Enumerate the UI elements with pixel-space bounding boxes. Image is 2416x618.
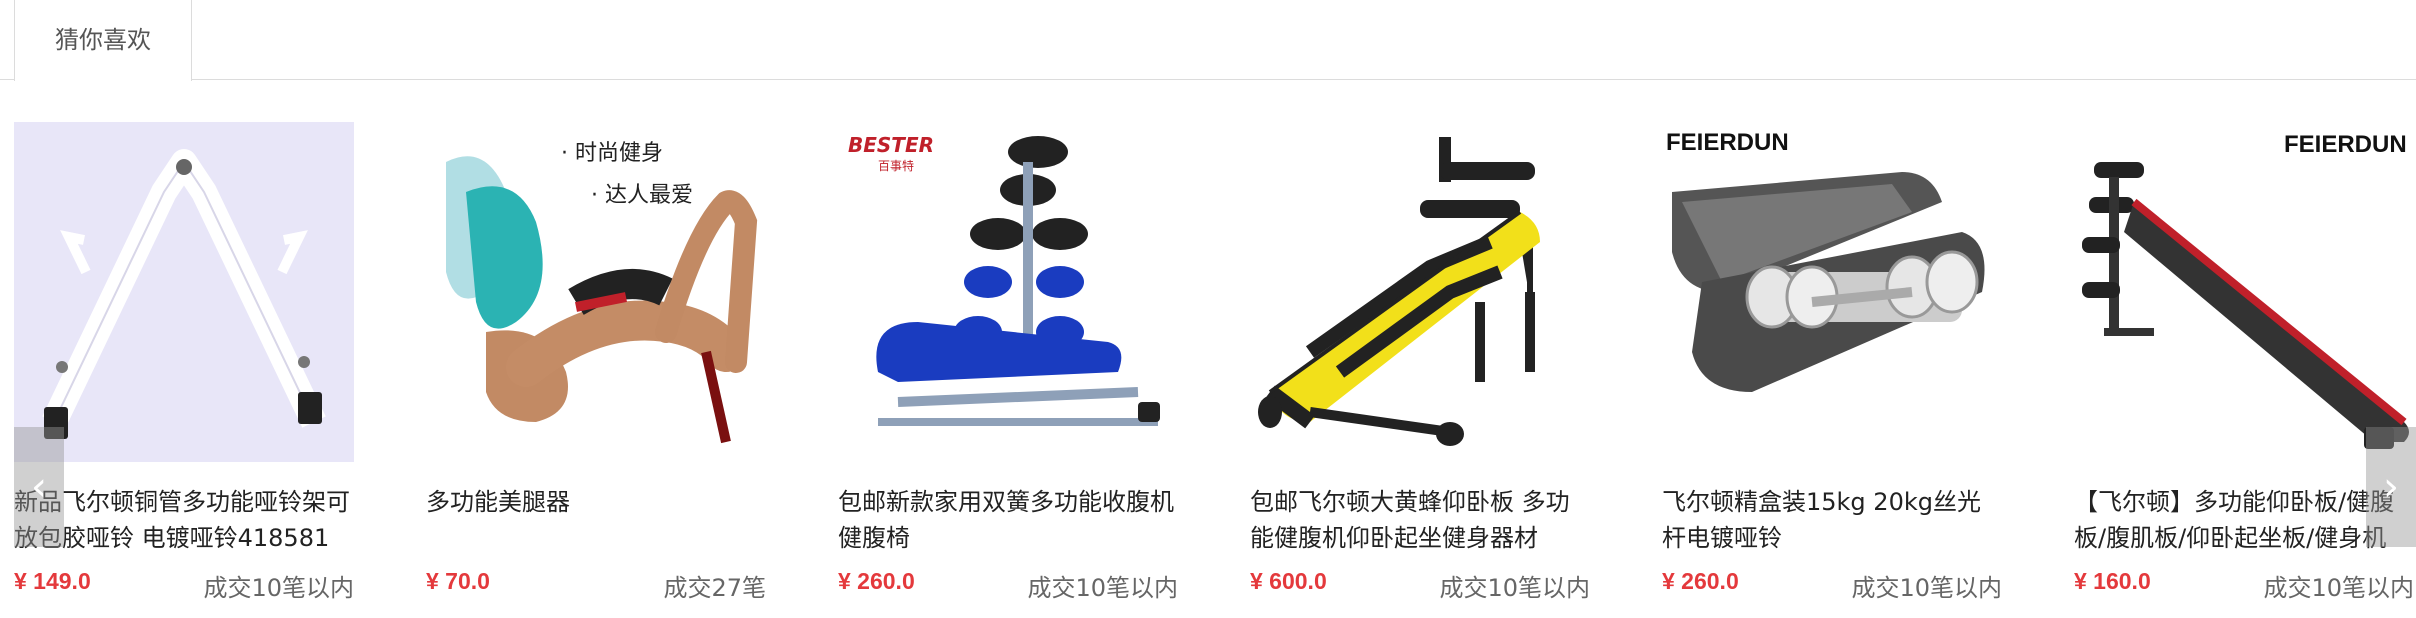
product-image[interactable]: FEIERDUN [2074,122,2414,462]
ad-text-line1: · 时尚健身 [561,141,663,166]
product-price: ¥ 600.0 [1250,568,1327,594]
product-price: ¥ 160.0 [2074,568,2151,594]
brand-bester: BESTER [848,133,934,157]
product-image[interactable]: · 时尚健身 · 达人最爱 [426,122,766,462]
tab-bar: 猜你喜欢 [0,0,2416,81]
product-price: ¥ 260.0 [838,568,915,594]
product-card[interactable]: 包邮飞尔顿大黄蜂仰卧板 多功能健腹机仰卧起坐健身器材 ¥ 600.0 成交10笔… [1250,122,1590,618]
ad-text-line2: · 达人最爱 [591,183,693,208]
product-title[interactable]: 包邮新款家用双簧多功能收腹机健腹椅 [838,484,1178,556]
brand-bester-cn: 百事特 [878,158,914,173]
product-sales: 成交27笔 [663,574,766,602]
dumbbell-case-image: FEIERDUN [1662,122,2002,462]
product-title[interactable]: 【飞尔顿】多功能仰卧板/健腹板/腹肌板/仰卧起坐板/健身机 [2074,484,2414,556]
dumbbell-rack-image [14,122,354,462]
carousel-next-button[interactable]: › [2366,427,2416,547]
product-sales: 成交10笔以内 [203,574,354,602]
product-card[interactable]: FEIERDUN 飞尔顿精盒装15kg 20kg丝光杆电镀哑铃 ¥ 260.0 … [1662,122,2002,618]
product-price: ¥ 260.0 [1662,568,1739,594]
carousel-prev-button[interactable]: ‹ [14,427,64,547]
product-card[interactable]: BESTER 百事特 包邮新款家用双簧多功能收腹机健腹椅 ¥ 260.0 成交1… [838,122,1178,618]
product-sales: 成交10笔以内 [1027,574,1178,602]
brand-feierdun: FEIERDUN [2284,131,2407,158]
brand-feierdun: FEIERDUN [1666,129,1789,156]
product-sales: 成交10笔以内 [2263,574,2414,602]
product-carousel: 新品飞尔顿铜管多功能哑铃架可放包胶哑铃 电镀哑铃418581 ¥ 149.0 成… [0,122,2416,618]
product-title[interactable]: 飞尔顿精盒装15kg 20kg丝光杆电镀哑铃 [1662,484,2002,556]
product-image[interactable]: BESTER 百事特 [838,122,1178,462]
leg-trainer-image: · 时尚健身 · 达人最爱 [426,122,766,462]
product-sales: 成交10笔以内 [1439,574,1590,602]
tab-guess-you-like[interactable]: 猜你喜欢 [14,0,192,81]
product-price: ¥ 70.0 [426,568,490,594]
product-image[interactable]: FEIERDUN [1662,122,2002,462]
product-image[interactable] [14,122,354,462]
product-title[interactable]: 新品飞尔顿铜管多功能哑铃架可放包胶哑铃 电镀哑铃418581 [14,484,354,556]
ab-machine-image: BESTER 百事特 [838,122,1178,462]
product-image[interactable] [1250,122,1590,462]
product-sales: 成交10笔以内 [1851,574,2002,602]
situp-bench-image [1250,122,1590,462]
situp-board-image: FEIERDUN [2074,122,2414,462]
product-card[interactable]: · 时尚健身 · 达人最爱 多功能美腿器 ¥ 70.0 成交27笔 [426,122,766,618]
product-title[interactable]: 包邮飞尔顿大黄蜂仰卧板 多功能健腹机仰卧起坐健身器材 [1250,484,1590,556]
product-card[interactable]: FEIERDUN 【飞尔顿】多功能仰卧板/健腹板/腹肌板/仰卧起坐板/健身机 ¥… [2074,122,2414,618]
product-title[interactable]: 多功能美腿器 [426,484,766,520]
product-card[interactable]: 新品飞尔顿铜管多功能哑铃架可放包胶哑铃 电镀哑铃418581 ¥ 149.0 成… [14,122,354,618]
product-price: ¥ 149.0 [14,568,91,594]
